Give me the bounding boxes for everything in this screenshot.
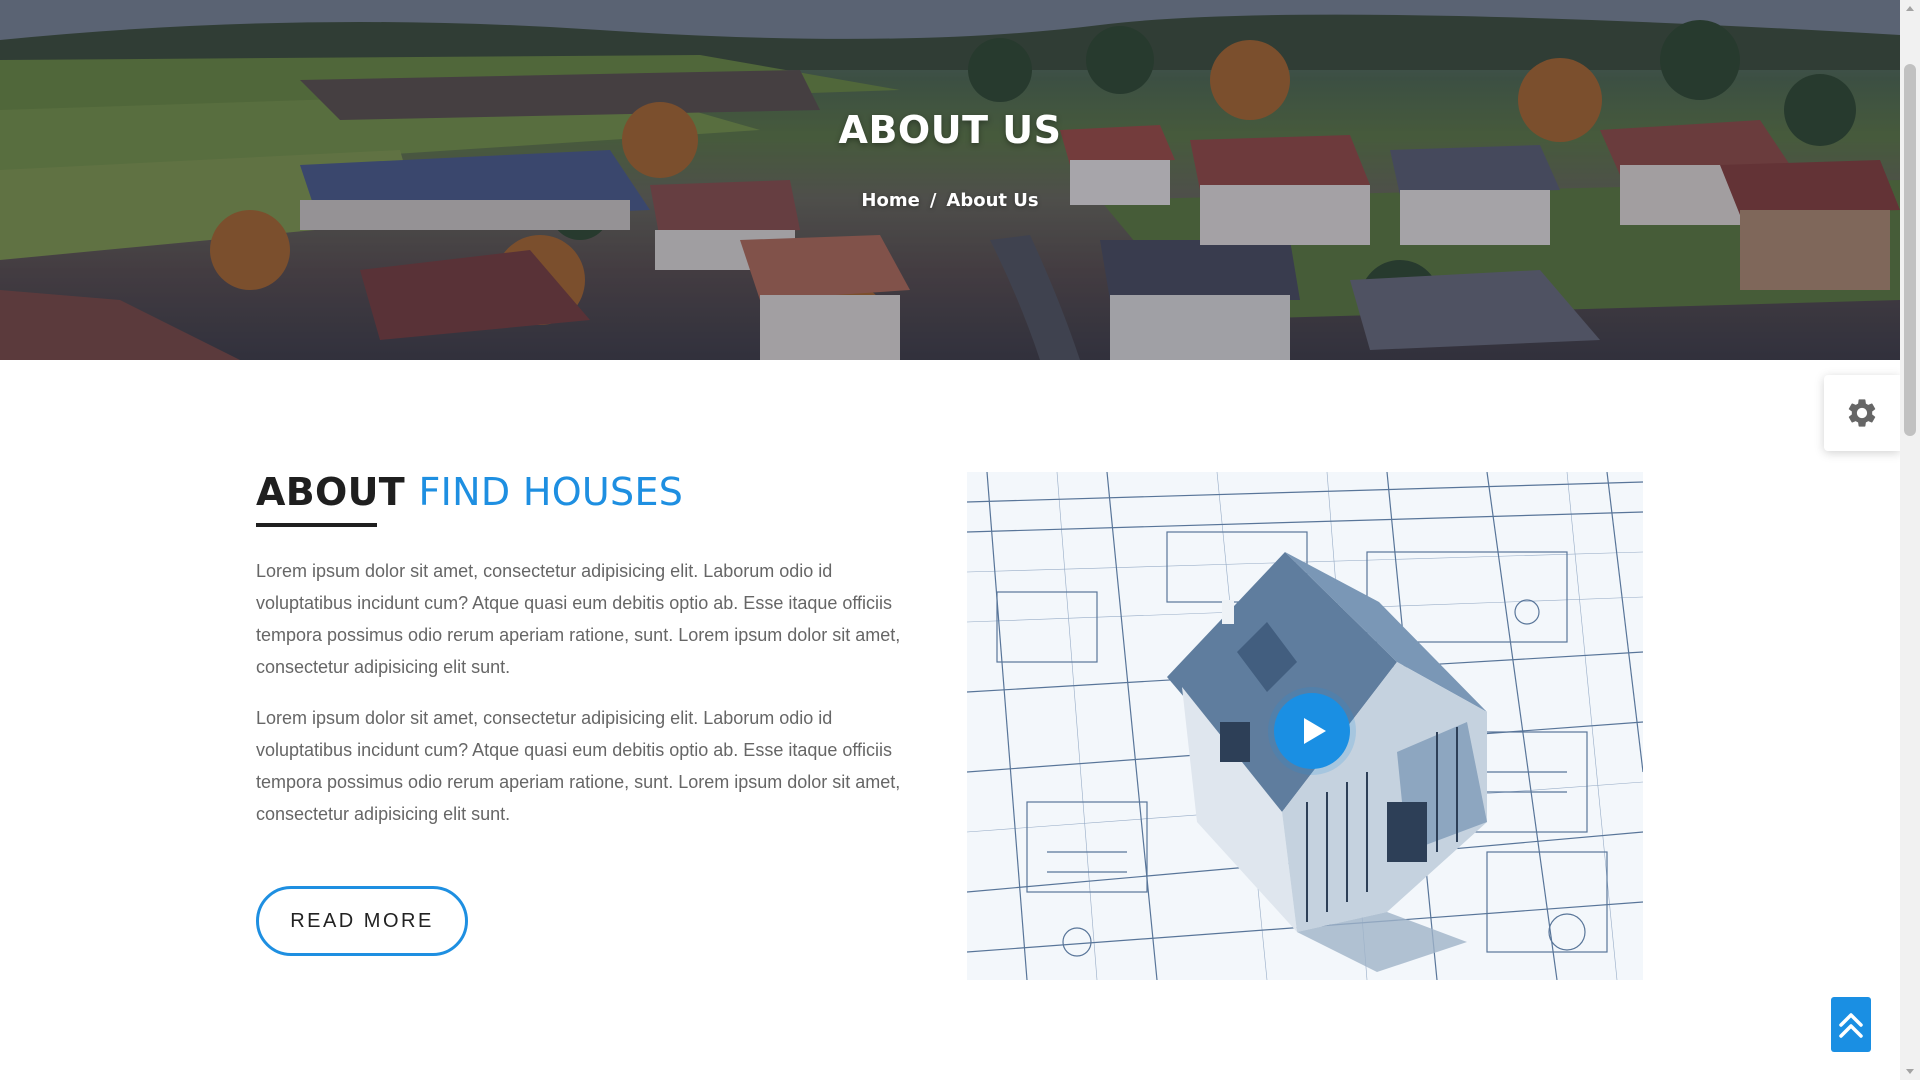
- about-paragraph-1: Lorem ipsum dolor sit amet, consectetur …: [256, 561, 901, 677]
- hero-dark-overlay: [0, 0, 1900, 360]
- scroll-down-arrow-icon[interactable]: [1906, 1069, 1914, 1074]
- breadcrumb-current: About Us: [946, 190, 1039, 211]
- heading-underline: [256, 523, 377, 527]
- play-icon: [1304, 718, 1326, 744]
- about-paragraph-2: Lorem ipsum dolor sit amet, consectetur …: [256, 708, 901, 824]
- about-heading: ABOUT FIND HOUSES: [256, 470, 683, 514]
- breadcrumb-home-link[interactable]: Home: [861, 190, 919, 211]
- gear-icon: [1848, 399, 1876, 427]
- scrollbar-thumb[interactable]: [1904, 64, 1916, 436]
- about-heading-accent: FIND HOUSES: [418, 470, 684, 514]
- breadcrumb: Home / About Us: [0, 190, 1900, 211]
- about-heading-dark: ABOUT: [256, 470, 405, 514]
- settings-panel-toggle[interactable]: [1824, 375, 1900, 451]
- page-title: ABOUT US: [838, 108, 1062, 152]
- play-video-button[interactable]: [1274, 693, 1350, 769]
- hero-banner: ABOUT US Home / About Us: [0, 0, 1900, 360]
- breadcrumb-separator: /: [929, 190, 937, 211]
- double-chevron-up-icon: [1839, 1012, 1863, 1038]
- page-scrollbar[interactable]: [1900, 0, 1920, 1080]
- read-more-button[interactable]: READ MORE: [256, 886, 468, 956]
- back-to-top-button[interactable]: [1831, 997, 1871, 1052]
- scroll-up-arrow-icon[interactable]: [1906, 6, 1914, 11]
